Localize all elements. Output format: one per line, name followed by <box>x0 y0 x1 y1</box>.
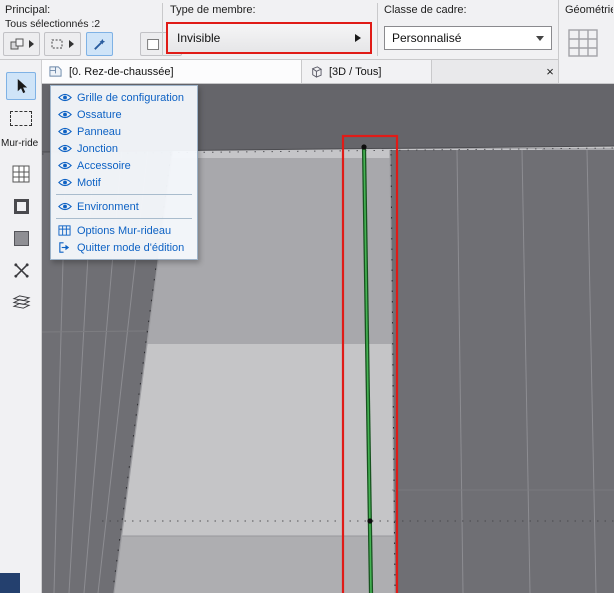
eye-icon <box>57 92 72 103</box>
menu-item-grille-configuration[interactable]: Grille de configuration <box>51 89 197 106</box>
eye-icon <box>57 143 72 154</box>
pointer-icon <box>17 78 27 93</box>
frame-class-section-label: Classe de cadre: <box>384 4 467 16</box>
arrow-tool-button[interactable] <box>6 72 36 100</box>
member-type-value: Invisible <box>177 31 221 45</box>
scheme-icon <box>10 38 23 49</box>
menu-item-ossature[interactable]: Ossature <box>51 106 197 123</box>
selection-node <box>367 518 373 524</box>
eye-icon <box>57 201 72 212</box>
dropdown-arrow-icon <box>536 35 544 41</box>
marquee-mode-button[interactable] <box>44 32 81 56</box>
eye-icon <box>57 126 72 137</box>
exit-icon <box>57 241 72 254</box>
menu-separator <box>56 218 192 219</box>
tab-label: [3D / Tous] <box>329 65 382 78</box>
menu-item-motif[interactable]: Motif <box>51 174 197 191</box>
panel-tool-icon <box>13 230 29 246</box>
submenu-arrow-icon <box>69 40 74 48</box>
toolbar-divider <box>377 3 378 56</box>
menu-item-quitter-mode-edition[interactable]: Quitter mode d'édition <box>51 239 197 256</box>
menu-item-label: Accessoire <box>77 159 131 172</box>
tool-sidebar: Mur-ride <box>0 60 42 593</box>
member-scheme-button[interactable] <box>3 32 40 56</box>
frame-class-value: Personnalisé <box>392 31 462 45</box>
right-wall <box>390 150 614 593</box>
plane-icon <box>147 38 159 50</box>
geometry-section-label: Géométrie d <box>565 4 613 16</box>
selection-status: Tous sélectionnés :2 <box>5 18 101 30</box>
frame-class-combobox[interactable]: Personnalisé <box>384 26 552 50</box>
selection-node <box>361 144 367 150</box>
tab-label: [0. Rez-de-chaussée] <box>69 65 174 78</box>
panel-tool-button[interactable] <box>6 224 36 252</box>
geometry-section: Géométrie d <box>558 0 614 84</box>
scheme-grid-tool-button[interactable] <box>6 160 36 188</box>
submenu-arrow-icon <box>355 34 361 42</box>
menu-item-label: Motif <box>77 176 101 189</box>
menu-item-jonction[interactable]: Jonction <box>51 140 197 157</box>
grid-tool-icon <box>12 165 30 183</box>
eye-icon <box>57 109 72 120</box>
principal-section-label: Principal: <box>5 4 51 16</box>
geometry-method-icon[interactable] <box>567 26 601 60</box>
grid-icon <box>57 224 72 237</box>
menu-item-label: Environment <box>77 200 139 213</box>
menu-item-label: Panneau <box>77 125 122 138</box>
toolbar-divider <box>162 3 163 56</box>
menu-item-label: Jonction <box>77 142 118 155</box>
accessory-tool-button[interactable] <box>6 288 36 316</box>
member-type-section-label: Type de membre: <box>170 4 256 16</box>
menu-item-label: Quitter mode d'édition <box>77 241 185 254</box>
layers-tool-icon <box>12 294 30 309</box>
marquee-tool-button[interactable] <box>6 104 36 132</box>
marquee-icon <box>10 110 32 126</box>
frame-tool-icon <box>13 198 29 214</box>
frame-tool-button[interactable] <box>6 192 36 220</box>
close-tab-button[interactable]: × <box>542 63 558 80</box>
menu-item-panneau[interactable]: Panneau <box>51 123 197 140</box>
eye-icon <box>57 160 72 171</box>
menu-item-environment[interactable]: Environment <box>51 198 197 215</box>
archicad-curtain-wall-edit-window: Principal: Tous sélectionnés :2 Type de … <box>0 0 614 593</box>
curtain-wall-display-menu: Grille de configuration Ossature Panneau… <box>50 85 198 260</box>
junction-tool-icon <box>13 262 29 278</box>
junction-tool-button[interactable] <box>6 256 36 284</box>
menu-item-label: Grille de configuration <box>77 91 185 104</box>
menu-item-label: Options Mur-rideau <box>77 224 172 237</box>
view-tab-bar: [0. Rez-de-chaussée] [3D / Tous] × <box>42 60 558 84</box>
tab-3d-view[interactable]: [3D / Tous] <box>302 60 432 83</box>
3d-cube-icon <box>311 66 323 78</box>
wand-icon <box>94 38 106 50</box>
menu-item-options-mur-rideau[interactable]: Options Mur-rideau <box>51 222 197 239</box>
dock-corner <box>0 573 20 593</box>
floor-plan-icon <box>49 66 62 77</box>
tab-floor-plan[interactable]: [0. Rez-de-chaussée] <box>42 60 302 83</box>
menu-separator <box>56 194 192 195</box>
magic-select-toggle[interactable] <box>86 32 113 56</box>
top-toolbar: Principal: Tous sélectionnés :2 Type de … <box>0 0 614 60</box>
menu-item-accessoire[interactable]: Accessoire <box>51 157 197 174</box>
menu-item-label: Ossature <box>77 108 122 121</box>
dashed-rect-icon <box>51 39 63 49</box>
palette-title: Mur-ride <box>1 138 39 149</box>
eye-icon <box>57 177 72 188</box>
member-type-dropdown[interactable]: Invisible <box>166 22 372 54</box>
submenu-arrow-icon <box>28 40 34 48</box>
